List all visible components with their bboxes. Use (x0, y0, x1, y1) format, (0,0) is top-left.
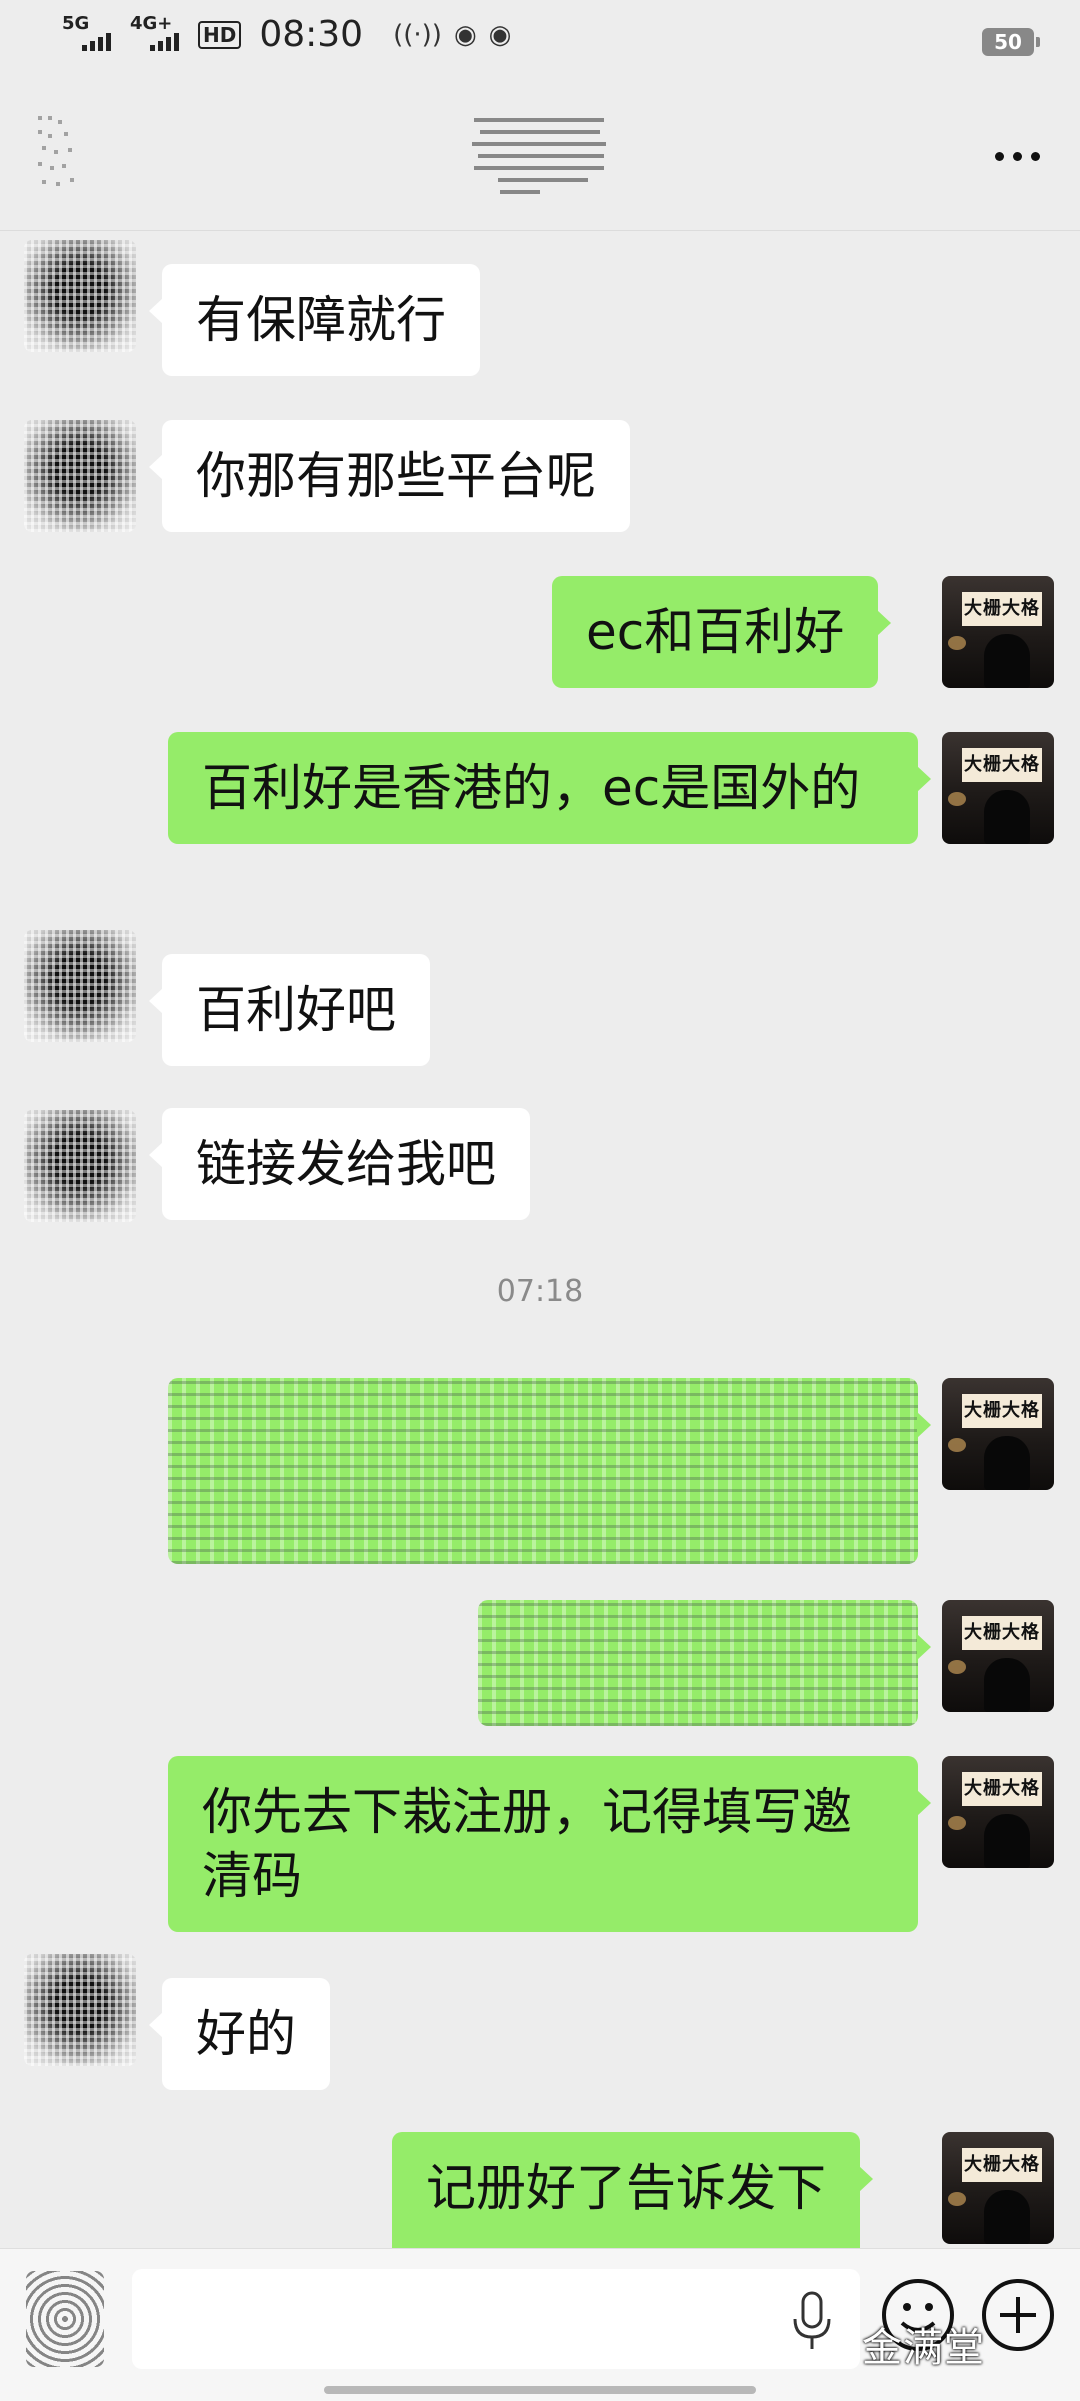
message-timestamp: 07:18 (496, 1274, 584, 1309)
my-avatar[interactable]: 大栅大格 (942, 732, 1054, 844)
my-avatar[interactable]: 大栅大格 (942, 1756, 1054, 1868)
message-bubble-incoming[interactable]: 你那有那些平台呢 (149, 420, 630, 532)
contact-avatar[interactable] (24, 930, 136, 1042)
message-bubble-incoming[interactable]: 有保障就行 (149, 264, 480, 376)
message-bubble-outgoing[interactable]: 记册好了告诉发下 (392, 2132, 873, 2248)
status-time: 08:30 (259, 14, 364, 55)
contact-avatar[interactable] (24, 420, 136, 532)
my-avatar[interactable]: 大栅大格 (942, 2132, 1054, 2244)
home-indicator[interactable] (324, 2386, 756, 2394)
voice-toggle-icon[interactable] (26, 2271, 104, 2367)
message-bubble-outgoing[interactable]: 百利好是香港的，ec是国外的 (168, 732, 931, 844)
message-bubble-incoming[interactable]: 链接发给我吧 (149, 1108, 530, 1220)
my-avatar[interactable]: 大栅大格 (942, 1600, 1054, 1712)
chat-header (0, 80, 1080, 231)
message-bubble-incoming[interactable]: 好的 (149, 1978, 330, 2090)
input-bar: 金满堂 (0, 2248, 1080, 2401)
hd-voice-icon: HD (198, 20, 242, 49)
weibo-icon-2: ◉ (488, 19, 512, 50)
signal-5g-icon: 5G (62, 13, 118, 55)
mic-icon[interactable] (790, 2291, 834, 2351)
hotspot-icon: ((·)) (393, 19, 442, 50)
weibo-icon: ◉ (453, 19, 477, 50)
more-icon[interactable] (995, 152, 1040, 161)
my-avatar[interactable]: 大栅大格 (942, 576, 1054, 688)
message-bubble-incoming[interactable]: 百利好吧 (149, 954, 430, 1066)
back-icon[interactable] (34, 110, 84, 198)
contact-avatar[interactable] (24, 1110, 136, 1222)
plus-icon[interactable] (980, 2277, 1056, 2353)
contact-name-obscured (472, 118, 606, 194)
message-bubble-obscured[interactable] (168, 1378, 931, 1564)
status-bar: 5G 4G+ HD 08:30 ((·)) ◉ ◉ 50 (0, 0, 1080, 80)
message-bubble-obscured[interactable] (478, 1600, 931, 1726)
contact-avatar[interactable] (24, 1954, 136, 2066)
status-left: 5G 4G+ HD 08:30 ((·)) ◉ ◉ (62, 13, 512, 56)
my-avatar[interactable]: 大栅大格 (942, 1378, 1054, 1490)
message-input[interactable] (132, 2269, 860, 2369)
message-bubble-outgoing[interactable]: ec和百利好 (552, 576, 892, 688)
message-bubble-outgoing[interactable]: 你先去下栽注册，记得填写邀清码 (168, 1756, 931, 1932)
contact-avatar[interactable] (24, 240, 136, 352)
watermark-text: 金满堂 (862, 2325, 985, 2371)
signal-4g-icon: 4G+ (130, 13, 186, 55)
battery-indicator: 50 (982, 28, 1040, 56)
